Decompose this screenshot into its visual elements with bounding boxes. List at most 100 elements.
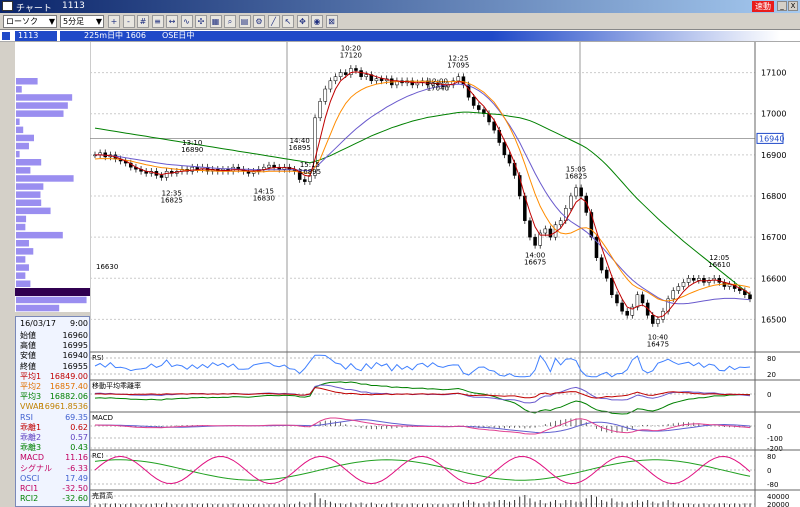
table-icon[interactable]: ▦ bbox=[209, 15, 222, 28]
period-select[interactable]: 5分足 ▼ bbox=[60, 15, 104, 28]
rsi-panel-label: RSI bbox=[92, 354, 103, 362]
annotation-price: 17040 bbox=[427, 84, 449, 92]
chart-window: チャート 1113 速動 _ X ローソク ▼ 5分足 ▼ + - # ≡ ↔ ∿ ✣ ▦ ⌕ ▤… bbox=[0, 0, 800, 507]
dev-tick-label: 0 bbox=[767, 391, 771, 399]
candle-body bbox=[272, 164, 276, 168]
zoom-in-icon[interactable]: + bbox=[108, 15, 120, 28]
candle-body bbox=[318, 101, 322, 119]
candle-body bbox=[625, 310, 629, 316]
info-datetime: 16/03/17 9:00 bbox=[16, 318, 91, 330]
status-row: 1113 225m日中 1606 OSE日中 bbox=[0, 30, 800, 42]
chevron-down-icon: ▼ bbox=[95, 17, 102, 26]
minimize-button[interactable]: _ bbox=[777, 1, 787, 11]
volume-profile-bar bbox=[16, 159, 42, 166]
annotation-price: 16610 bbox=[708, 261, 730, 269]
info-value: -32.60 bbox=[62, 494, 88, 504]
title-bar[interactable]: チャート 1113 速動 _ X bbox=[0, 0, 800, 14]
candle-body bbox=[681, 282, 686, 287]
draw-line-icon[interactable]: ╱ bbox=[267, 15, 280, 28]
info-panel: 16/03/17 9:00 始値 16960 高値 16995 安値 16940 終値 169… bbox=[15, 316, 90, 507]
find-icon[interactable]: ◉ bbox=[311, 15, 323, 28]
code-field[interactable]: 1113 bbox=[15, 31, 57, 41]
current-price-label: 16940 bbox=[759, 134, 784, 143]
volume-profile-svg bbox=[15, 78, 90, 312]
rci-tick-label: 0 bbox=[767, 467, 771, 475]
info-row: RCI2 -32.60 bbox=[16, 493, 91, 505]
macd-tick-label: -200 bbox=[767, 445, 783, 453]
rci-panel-label: RCI bbox=[92, 452, 103, 460]
search-icon[interactable]: ⌕ bbox=[224, 15, 236, 28]
line-chart-icon[interactable]: ∿ bbox=[180, 15, 193, 28]
rsi-tick-label: 80 bbox=[767, 355, 776, 363]
macd-tick-label: -100 bbox=[767, 435, 783, 443]
candle-body bbox=[676, 286, 681, 291]
dev-panel-label: 移動平均乖離率 bbox=[92, 381, 141, 390]
fast-badge[interactable]: 速動 bbox=[752, 1, 774, 12]
annotation-price: 16830 bbox=[253, 195, 275, 203]
pan-icon[interactable]: ✥ bbox=[296, 15, 309, 28]
zoom-out-icon[interactable]: - bbox=[122, 15, 135, 28]
candle-body bbox=[651, 315, 655, 324]
candle-body bbox=[574, 187, 578, 197]
chevron-down-icon: ▼ bbox=[48, 17, 55, 26]
candle-body bbox=[323, 88, 328, 102]
cursor-icon[interactable]: ↖ bbox=[282, 15, 294, 28]
period-value: 5分足 bbox=[63, 17, 85, 26]
profile-price-marker: 16630 bbox=[96, 263, 118, 271]
rci-tick-label: -80 bbox=[767, 481, 778, 489]
volume-profile-bar bbox=[16, 223, 26, 231]
plot-background bbox=[90, 42, 755, 507]
volume-profile-bar bbox=[16, 199, 42, 206]
candle-body bbox=[477, 105, 481, 110]
candle-body bbox=[528, 220, 532, 238]
grid-icon[interactable]: # bbox=[137, 15, 149, 28]
candle-body bbox=[558, 220, 563, 226]
candle-body bbox=[328, 80, 333, 90]
annotation-price: 16895 bbox=[299, 168, 321, 176]
volume-profile-bar bbox=[16, 118, 20, 125]
candle-body bbox=[333, 76, 338, 82]
volume-profile-bar bbox=[16, 167, 31, 174]
annotation-price: 16825 bbox=[161, 197, 183, 205]
candle-body bbox=[691, 278, 696, 281]
info-label: RCI2 bbox=[20, 494, 39, 504]
annotation-price: 16675 bbox=[524, 258, 546, 266]
candle-body bbox=[471, 97, 476, 106]
analysis-icon[interactable]: ▤ bbox=[238, 15, 251, 28]
window-code: 1113 bbox=[62, 1, 85, 11]
price-tick-label: 17100 bbox=[761, 69, 786, 78]
volume-profile-bar bbox=[16, 296, 87, 304]
candle-body bbox=[579, 187, 583, 197]
volume-profile-bar bbox=[16, 150, 20, 158]
fit-icon[interactable]: ↔ bbox=[166, 15, 178, 28]
volume-profile-bar bbox=[16, 256, 26, 263]
candle-body bbox=[748, 294, 752, 300]
close-button[interactable]: X bbox=[788, 1, 798, 11]
candle-body bbox=[640, 294, 645, 304]
macd-tick-label: 0 bbox=[767, 423, 771, 431]
vol-tick-label: 20000 bbox=[767, 501, 789, 507]
info-date: 16/03/17 bbox=[20, 319, 56, 328]
settings-icon[interactable]: ⚙ bbox=[253, 15, 265, 28]
chart-type-select[interactable]: ローソク ▼ bbox=[3, 15, 57, 28]
clear-icon[interactable]: ⊠ bbox=[325, 15, 338, 28]
annotation-price: 16895 bbox=[289, 144, 311, 152]
candle-body bbox=[379, 78, 384, 82]
bars-icon[interactable]: ≡ bbox=[151, 15, 164, 28]
chart-app-icon bbox=[2, 1, 13, 11]
scatter-icon[interactable]: ✣ bbox=[195, 15, 207, 28]
candle-body bbox=[727, 284, 732, 287]
candle-body bbox=[195, 166, 200, 170]
volume-profile-bar bbox=[16, 142, 29, 150]
candle-body bbox=[635, 294, 640, 308]
volume-profile-bar bbox=[16, 304, 60, 312]
volume-profile-bar bbox=[16, 215, 27, 223]
volume-profile-bar bbox=[16, 110, 64, 117]
code-marker-icon bbox=[2, 32, 10, 40]
chart-area[interactable]: 17100 17000 16900 16800 16700 16600 16500 16940… bbox=[90, 42, 800, 507]
annotation-price: 16825 bbox=[565, 173, 587, 181]
rsi-tick-label: 20 bbox=[767, 371, 776, 379]
candle-body bbox=[374, 78, 379, 82]
volume-profile-bar bbox=[16, 191, 41, 198]
annotation-price: 16475 bbox=[647, 341, 669, 349]
